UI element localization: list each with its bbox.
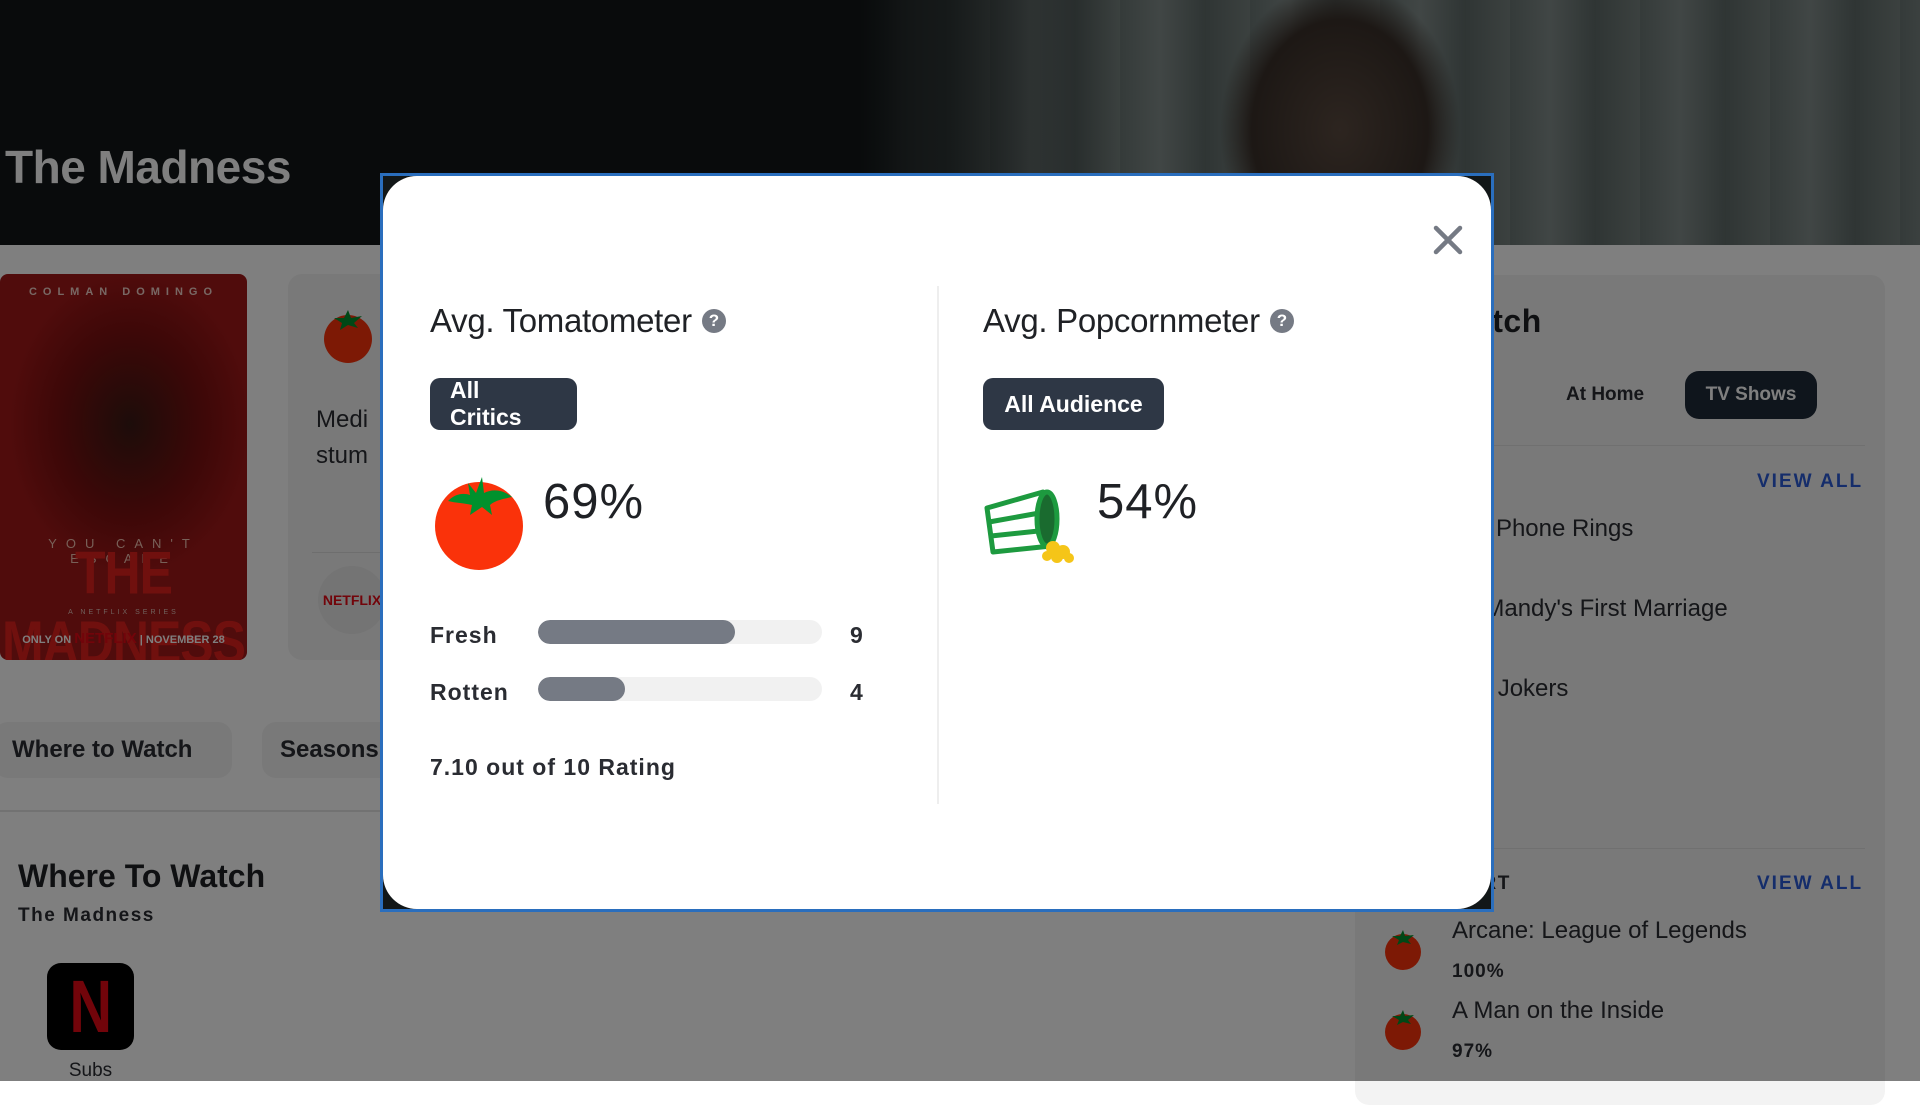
column-divider xyxy=(937,286,939,804)
tomatometer-section: Avg. Tomatometer ? xyxy=(430,302,726,340)
tomatometer-score: 69% xyxy=(543,475,645,529)
fresh-bar-track xyxy=(538,620,822,644)
fresh-bar-fill xyxy=(538,620,735,644)
popcornmeter-section: Avg. Popcornmeter ? xyxy=(983,302,1294,340)
rotten-bar-track xyxy=(538,677,822,701)
fresh-label: Fresh xyxy=(430,622,498,648)
all-critics-button[interactable]: All Critics xyxy=(430,377,577,430)
help-icon[interactable]: ? xyxy=(1269,309,1294,333)
rotten-bar-fill xyxy=(538,677,626,701)
tomatometer-title: Avg. Tomatometer xyxy=(430,302,692,339)
fresh-tomato-icon xyxy=(435,477,523,570)
spilled-popcorn-icon xyxy=(984,489,1074,563)
average-rating-text: 7.10 out of 10 Rating xyxy=(430,754,676,780)
score-details-modal: Avg. Tomatometer ? All Critics 69% Fresh… xyxy=(383,176,1491,909)
all-audience-button[interactable]: All Audience xyxy=(983,378,1164,430)
fresh-count: 9 xyxy=(850,622,863,648)
help-icon[interactable]: ? xyxy=(701,309,726,333)
rotten-label: Rotten xyxy=(430,679,509,705)
popcornmeter-score: 54% xyxy=(1097,475,1199,529)
popcornmeter-title: Avg. Popcornmeter xyxy=(983,302,1260,339)
rotten-count: 4 xyxy=(850,679,863,705)
close-icon[interactable] xyxy=(1428,220,1468,260)
